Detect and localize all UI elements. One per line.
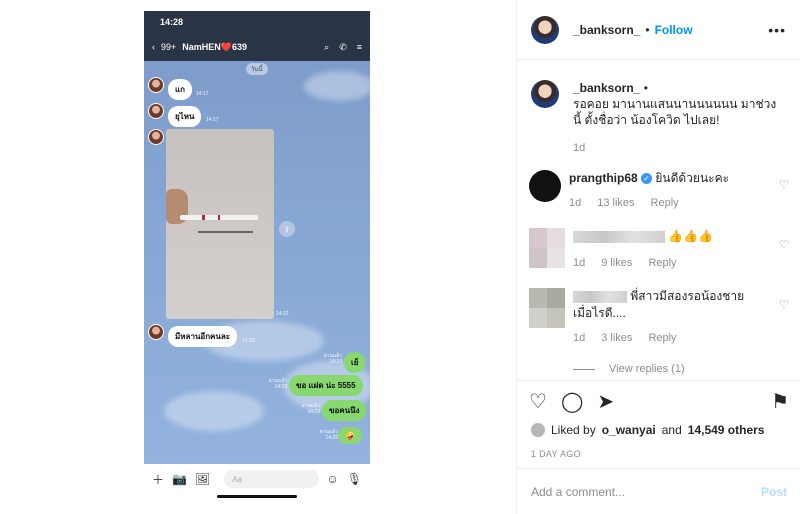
- comment-age: 1d: [573, 332, 586, 344]
- phone-icon: ✆: [339, 41, 347, 52]
- sender-avatar: [148, 103, 164, 119]
- chat-input-bar: ＋ 📷 🖼 Aa ☺ 🎙: [144, 464, 370, 514]
- author-avatar[interactable]: [531, 15, 559, 44]
- view-replies-button[interactable]: View replies (1): [573, 363, 685, 375]
- commenter-avatar[interactable]: [529, 170, 561, 202]
- chat-navbar: ‹ 99+ NamHEN❤️639 ⌕ ✆ ≡: [144, 33, 370, 61]
- search-icon: ⌕: [324, 41, 330, 52]
- image-icon[interactable]: 🖼: [195, 472, 210, 486]
- menu-icon: ≡: [356, 42, 362, 52]
- status-time: 14:28: [160, 17, 184, 27]
- emoji-icon[interactable]: ☺: [327, 472, 339, 486]
- comment-bubble-icon[interactable]: ◯: [561, 389, 583, 414]
- comments-section: _banksorn_ • รอคอย มานานแสนนานนนนนน มาช่…: [517, 60, 800, 380]
- follow-button[interactable]: Follow: [655, 23, 693, 37]
- photo-time: 14:22: [276, 311, 289, 317]
- comment-likes[interactable]: 13 likes: [597, 195, 634, 212]
- read-receipt: อ่านแล้ว 14:23: [323, 353, 342, 365]
- date-pill: วันนี้: [246, 63, 268, 75]
- comment-item: 👍👍👍 1d 9 likes Reply: [529, 228, 793, 272]
- message-bubble-me: เย้: [344, 352, 366, 373]
- message-bubble: มีหลานอีกคนละ: [168, 326, 238, 347]
- reply-button[interactable]: Reply: [651, 195, 679, 212]
- comment-text: 👍👍👍: [668, 229, 714, 243]
- message-time: 14:17: [196, 91, 209, 97]
- add-comment-bar: Add a comment... Post: [517, 468, 800, 514]
- blurred-avatar: [529, 228, 565, 268]
- message-bubble: แก: [168, 79, 192, 100]
- post-sidebar: _banksorn_ • Follow ••• _banksorn_ • รอค…: [516, 0, 800, 514]
- message-bubble-me: ขอคนนึง: [322, 400, 367, 421]
- blurred-avatar: [529, 288, 565, 328]
- post-button[interactable]: Post: [761, 485, 787, 499]
- pregnancy-test-photo[interactable]: [166, 129, 274, 319]
- liker-avatar[interactable]: [531, 423, 545, 437]
- comment-heart-icon[interactable]: ♡: [779, 238, 789, 251]
- caption: _banksorn_ • รอคอย มานานแสนนานนนนนน มาช่…: [531, 80, 783, 156]
- comment-heart-icon[interactable]: ♡: [779, 178, 789, 191]
- reply-button[interactable]: Reply: [648, 330, 676, 347]
- reply-button[interactable]: Reply: [648, 255, 676, 272]
- comment-likes[interactable]: 9 likes: [601, 255, 632, 272]
- comment-age: 1d: [569, 197, 582, 209]
- blurred-username: [573, 290, 627, 303]
- comment-item: พี่สาวมีสองรอน้องชาย เมื่อไรดี.... 1d 3 …: [529, 288, 793, 347]
- more-options-icon[interactable]: •••: [768, 22, 786, 38]
- message-bubble: ยุไหน: [168, 106, 202, 127]
- back-chevron-icon: ‹: [152, 42, 155, 52]
- author-username[interactable]: _banksorn_: [573, 23, 640, 37]
- read-receipt: อ่านแล้ว 14:23: [319, 429, 338, 441]
- like-heart-icon[interactable]: ♡: [529, 389, 547, 414]
- share-icon[interactable]: ⇪: [279, 221, 295, 237]
- likes-count[interactable]: 14,549 others: [688, 423, 765, 437]
- comment-likes[interactable]: 3 likes: [601, 330, 632, 347]
- blurred-username: [573, 230, 665, 243]
- status-bar: 14:28 ▂▄▆ 4G: [144, 11, 370, 33]
- bookmark-icon[interactable]: ⚑: [771, 389, 789, 414]
- chat-area: วันนี้ แก 14:17 ยุไหน 14:17 ⇪ 14:22 มีหล…: [144, 61, 370, 464]
- liker-username[interactable]: o_wanyai: [602, 423, 656, 437]
- caption-username[interactable]: _banksorn_: [573, 81, 640, 95]
- chat-screenshot: 14:28 ▂▄▆ 4G ‹ 99+ NamHEN❤️639 ⌕ ✆ ≡ วัน…: [144, 11, 370, 514]
- comment-age: 1d: [573, 257, 586, 269]
- comment-item: prangthip68 ✓ ยินดีด้วยนะคะ 1d 13 likes …: [529, 170, 793, 212]
- caption-age: 1d: [573, 142, 586, 154]
- chat-header-icons: ⌕ ✆ ≡: [324, 42, 362, 53]
- back-count: 99+: [161, 42, 177, 52]
- liked-by-line: Liked by o_wanyai and 14,549 others: [531, 423, 764, 437]
- read-receipt: อ่านแล้ว 14:23: [268, 378, 287, 390]
- author-avatar[interactable]: [531, 80, 559, 108]
- verified-badge-icon: ✓: [641, 173, 653, 185]
- post-age: 1 DAY AGO: [531, 449, 581, 459]
- share-paper-plane-icon[interactable]: ➤: [597, 389, 614, 414]
- post-actions: ♡ ◯ ➤ ⚑ Liked by o_wanyai and 14,549 oth…: [517, 380, 800, 514]
- message-bubble-me: ขอ แฝด น่ะ 5555: [289, 375, 363, 396]
- post-header: _banksorn_ • Follow •••: [517, 0, 800, 60]
- chat-message-input[interactable]: Aa: [224, 470, 319, 488]
- comment-text: ยินดีด้วยนะคะ: [655, 171, 730, 185]
- comment-heart-icon[interactable]: ♡: [779, 298, 789, 311]
- add-comment-input[interactable]: Add a comment...: [531, 485, 625, 499]
- plus-icon[interactable]: ＋: [152, 471, 164, 488]
- caption-text: รอคอย มานานแสนนานนนนนน มาช่วงนี้ ตั้งชื่…: [573, 97, 777, 127]
- message-time: 14:23: [242, 338, 255, 344]
- sender-avatar: [148, 129, 164, 145]
- chat-title: NamHEN❤️639: [182, 41, 248, 52]
- sender-avatar: [148, 324, 164, 340]
- microphone-icon[interactable]: 🎙: [347, 472, 362, 486]
- message-time: 14:17: [206, 117, 219, 123]
- camera-icon[interactable]: 📷: [172, 472, 187, 486]
- read-receipt: อ่านแล้ว 14:23: [301, 403, 320, 415]
- home-indicator: [217, 495, 297, 498]
- separator-dot: •: [645, 22, 650, 37]
- comment-username[interactable]: prangthip68: [569, 171, 638, 185]
- message-bubble-me: 🤪: [338, 427, 362, 444]
- sender-avatar: [148, 77, 164, 93]
- post-media: 14:28 ▂▄▆ 4G ‹ 99+ NamHEN❤️639 ⌕ ✆ ≡ วัน…: [0, 0, 516, 514]
